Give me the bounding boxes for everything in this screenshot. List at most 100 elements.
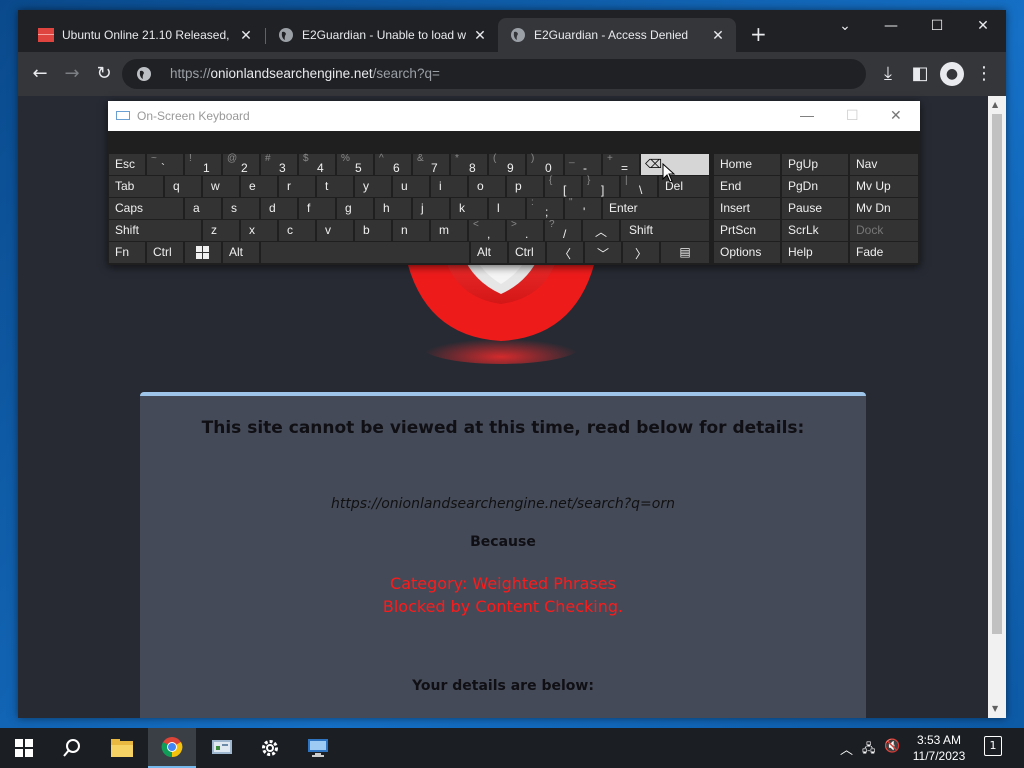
key-k[interactable]: k: [451, 198, 487, 219]
key-left-bracket[interactable]: {[: [545, 175, 581, 197]
address-bar[interactable]: https://onionlandsearchengine.net/search…: [122, 59, 866, 89]
key-8[interactable]: * 8: [451, 153, 487, 175]
start-button[interactable]: [0, 728, 48, 768]
key-0[interactable]: ) 0: [527, 153, 563, 175]
network-icon[interactable]: 🖧: [862, 739, 875, 760]
close-tab-icon[interactable]: ✕: [472, 27, 488, 44]
key-dock[interactable]: Dock: [850, 220, 918, 241]
maximize-icon[interactable]: ☐: [917, 18, 957, 34]
control-panel-button[interactable]: [198, 728, 246, 768]
key-f[interactable]: f: [299, 198, 335, 219]
key-fade[interactable]: Fade: [850, 242, 918, 263]
key-4[interactable]: $4: [299, 153, 335, 175]
key-fn[interactable]: Fn: [109, 242, 145, 263]
download-icon[interactable]: ⤓: [876, 62, 900, 86]
tab-e2guardian-denied[interactable]: E2Guardian - Access Denied ✕: [498, 18, 736, 52]
key-enter[interactable]: Enter: [603, 198, 709, 219]
tab-ubuntu[interactable]: Ubuntu Online 21.10 Released, L ✕: [26, 18, 264, 52]
key-t[interactable]: t: [317, 176, 353, 197]
osk-maximize-icon[interactable]: ☐: [846, 107, 859, 124]
key-2[interactable]: @2: [223, 153, 259, 175]
page-scrollbar[interactable]: ▲ ▼: [988, 96, 1006, 718]
key-shift-right[interactable]: Shift: [621, 220, 709, 241]
scroll-down-icon[interactable]: ▼: [992, 704, 998, 713]
side-panel-icon[interactable]: ◧: [908, 62, 932, 86]
key-comma[interactable]: <,: [469, 219, 505, 241]
key-l[interactable]: l: [489, 198, 525, 219]
key-x[interactable]: x: [241, 220, 277, 241]
key-w[interactable]: w: [203, 176, 239, 197]
tab-e2guardian-unable[interactable]: E2Guardian - Unable to load wel ✕: [266, 18, 498, 52]
key-mv-dn[interactable]: Mv Dn: [850, 198, 918, 219]
key-z[interactable]: z: [203, 220, 239, 241]
menu-icon[interactable]: ⋮: [972, 62, 996, 86]
key-g[interactable]: g: [337, 198, 373, 219]
search-button[interactable]: [48, 728, 96, 768]
key-home[interactable]: Home: [714, 154, 780, 175]
forward-icon[interactable]: →: [60, 62, 84, 86]
key-tab[interactable]: Tab: [109, 176, 163, 197]
key-arrow-right[interactable]: 〉: [623, 242, 659, 263]
key-j[interactable]: j: [413, 198, 449, 219]
key-m[interactable]: m: [431, 220, 467, 241]
key-right-bracket[interactable]: }]: [583, 175, 619, 197]
close-tab-icon[interactable]: ✕: [238, 27, 254, 44]
key-pgdn[interactable]: PgDn: [782, 176, 848, 197]
key-semicolon[interactable]: :;: [527, 197, 563, 219]
key-o[interactable]: o: [469, 176, 505, 197]
key-alt-left[interactable]: Alt: [223, 242, 259, 263]
chrome-taskbar-button[interactable]: [148, 728, 196, 768]
key-pause[interactable]: Pause: [782, 198, 848, 219]
key-prtscn[interactable]: PrtScn: [714, 220, 780, 241]
key-e[interactable]: e: [241, 176, 277, 197]
key-space[interactable]: [261, 242, 469, 263]
reload-icon[interactable]: ↻: [92, 62, 116, 86]
key-nav[interactable]: Nav: [850, 154, 918, 175]
key-9[interactable]: (9: [489, 153, 525, 175]
key-menu[interactable]: ▤: [661, 242, 709, 263]
key-insert[interactable]: Insert: [714, 198, 780, 219]
key-b[interactable]: b: [355, 220, 391, 241]
key-i[interactable]: i: [431, 176, 467, 197]
key-esc[interactable]: Esc: [109, 154, 145, 175]
scroll-up-icon[interactable]: ▲: [992, 100, 998, 109]
key-options[interactable]: Options: [714, 242, 780, 263]
tab-search-icon[interactable]: ⌄: [825, 18, 865, 34]
key-arrow-left[interactable]: 〈: [547, 242, 583, 263]
key-slash[interactable]: ? /: [545, 219, 581, 241]
key-7[interactable]: & 7: [413, 153, 449, 175]
key-end[interactable]: End: [714, 176, 780, 197]
key-arrow-down[interactable]: ﹀: [585, 242, 621, 263]
remote-desktop-button[interactable]: [294, 728, 342, 768]
notification-center-icon[interactable]: 1: [984, 736, 1002, 756]
back-icon[interactable]: ←: [28, 62, 52, 86]
key-p[interactable]: p: [507, 176, 543, 197]
key-n[interactable]: n: [393, 220, 429, 241]
key-quote[interactable]: " ': [565, 197, 601, 219]
file-explorer-button[interactable]: [98, 728, 146, 768]
profile-icon[interactable]: ●: [940, 62, 964, 86]
key-windows[interactable]: [185, 242, 221, 263]
key-help[interactable]: Help: [782, 242, 848, 263]
key-ctrl-right[interactable]: Ctrl: [509, 242, 545, 263]
key-period[interactable]: >.: [507, 219, 543, 241]
key-alt-right[interactable]: Alt: [471, 242, 507, 263]
key-r[interactable]: r: [279, 176, 315, 197]
key-y[interactable]: y: [355, 176, 391, 197]
key-shift-left[interactable]: Shift: [109, 220, 201, 241]
key-3[interactable]: #3: [261, 153, 297, 175]
key-u[interactable]: u: [393, 176, 429, 197]
scrollbar-thumb[interactable]: [992, 114, 1002, 634]
key-backslash[interactable]: | \: [621, 175, 657, 197]
key-1[interactable]: ! 1: [185, 153, 221, 175]
key-6[interactable]: ^ 6: [375, 153, 411, 175]
key-scrlk[interactable]: ScrLk: [782, 220, 848, 241]
volume-muted-icon[interactable]: 🔇: [884, 739, 900, 754]
osk-close-icon[interactable]: ✕: [890, 107, 902, 124]
key-d[interactable]: d: [261, 198, 297, 219]
key-v[interactable]: v: [317, 220, 353, 241]
show-hidden-icons[interactable]: ︿: [840, 739, 853, 758]
key-h[interactable]: h: [375, 198, 411, 219]
key-5[interactable]: % 5: [337, 153, 373, 175]
key-arrow-up[interactable]: ︿: [583, 220, 619, 241]
